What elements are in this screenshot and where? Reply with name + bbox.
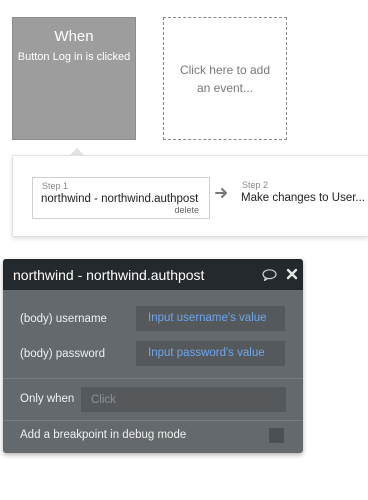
only-when-condition-input[interactable] [81, 387, 286, 412]
step-delete-link[interactable]: delete [174, 205, 199, 215]
selection-caret [70, 148, 84, 155]
event-trigger-card[interactable]: When Button Log in is clicked [12, 17, 136, 140]
comment-icon[interactable] [262, 269, 277, 281]
param-label-password: (body) password [20, 348, 106, 360]
section-divider [3, 378, 303, 379]
username-value-field[interactable]: Input username's value [136, 306, 285, 331]
step-number: Step 2 [242, 180, 269, 190]
breakpoint-checkbox[interactable] [269, 428, 284, 443]
editor-header: northwind - northwind.authpost [3, 259, 303, 290]
breakpoint-label: Add a breakpoint in debug mode [20, 429, 187, 441]
workflow-step-2[interactable]: Step 2 Make changes to User... [241, 177, 368, 219]
step-title: Make changes to User... [241, 192, 366, 204]
arrow-right-icon [215, 188, 227, 198]
step-number: Step 1 [42, 181, 69, 191]
event-when-label: When [54, 28, 94, 45]
close-icon[interactable] [286, 268, 298, 280]
workflow-step-1[interactable]: Step 1 northwind - northwind.authpost de… [32, 177, 210, 219]
step-title: northwind - northwind.authpost [41, 193, 199, 205]
event-trigger-description: Button Log in is clicked [17, 51, 131, 63]
workflow-steps-panel: Step 1 northwind - northwind.authpost de… [12, 155, 368, 237]
section-divider [3, 420, 303, 421]
password-value-field[interactable]: Input password's value [136, 341, 285, 366]
add-event-button[interactable]: Click here to add an event... [163, 17, 287, 140]
editor-title: northwind - northwind.authpost [13, 267, 205, 283]
add-event-label: Click here to add an event... [179, 62, 271, 95]
param-label-username: (body) username [20, 313, 107, 325]
only-when-label: Only when [20, 393, 75, 405]
action-property-editor: northwind - northwind.authpost (body) us… [3, 259, 303, 453]
